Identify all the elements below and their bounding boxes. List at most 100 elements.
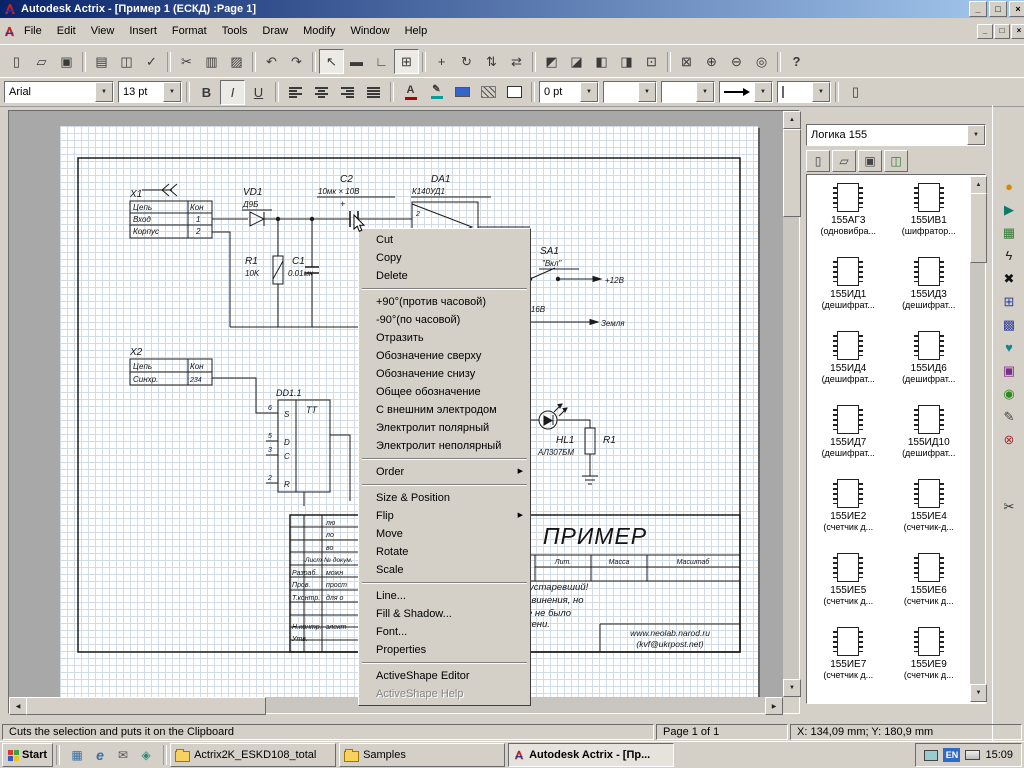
scroll-down-icon[interactable]: ▼	[783, 679, 801, 697]
library-scrollbar[interactable]: ▲ ▼	[970, 176, 985, 702]
circuit-board-icon[interactable]: ▦	[998, 223, 1020, 242]
close-button[interactable]: ×	[1009, 1, 1024, 17]
channels-icon[interactable]: ◈	[136, 745, 156, 765]
scroll-down-icon[interactable]: ▼	[970, 684, 987, 702]
select-arrow-icon[interactable]: ↖	[319, 49, 344, 74]
paste-icon[interactable]: ▨	[224, 49, 249, 74]
dash-style-combo[interactable]: ▼	[661, 81, 715, 103]
menu-insert[interactable]: Insert	[122, 21, 164, 41]
fill-swatch-combo[interactable]: ▼	[777, 81, 831, 103]
start-button[interactable]: Start	[2, 743, 53, 767]
list-item[interactable]: 155ИД3(дешифрат...	[889, 250, 970, 324]
menu-format[interactable]: Format	[165, 21, 214, 41]
italic-button[interactable]: I	[220, 80, 245, 105]
bold-button[interactable]: B	[194, 80, 219, 105]
chevron-down-icon[interactable]: ▼	[95, 82, 113, 102]
print-preview-icon[interactable]: ◫	[114, 49, 139, 74]
context-item-order[interactable]: Order ▶	[360, 463, 529, 481]
context-item-polar-electrolytic[interactable]: Электролит полярный	[360, 419, 529, 437]
chevron-down-icon[interactable]: ▼	[580, 82, 598, 102]
horizontal-scroll-thumb[interactable]	[26, 697, 266, 715]
align-right-button[interactable]	[335, 80, 360, 105]
list-item[interactable]: 155ИЕ7(счетчик д...	[808, 620, 889, 694]
font-size-combo[interactable]: 13 pt ▼	[118, 81, 182, 103]
menu-edit[interactable]: Edit	[50, 21, 83, 41]
font-combo[interactable]: Arial ▼	[4, 81, 114, 103]
chevron-down-icon[interactable]: ▼	[812, 82, 830, 102]
mdi-restore-button[interactable]: □	[994, 24, 1010, 39]
list-item[interactable]: 155ИЕ2(счетчик д...	[808, 472, 889, 546]
context-item-fill-shadow[interactable]: Fill & Shadow...	[360, 605, 529, 623]
arrow-style-combo[interactable]: ▼	[719, 81, 773, 103]
vertical-scroll-thumb[interactable]	[783, 129, 801, 217]
line-style-combo[interactable]: ▼	[603, 81, 657, 103]
chevron-down-icon[interactable]: ▼	[638, 82, 656, 102]
cut-icon[interactable]: ✂	[174, 49, 199, 74]
list-item[interactable]: 155ИЕ9(счетчик д...	[889, 620, 970, 694]
list-item[interactable]: 155ИД6(дешифрат...	[889, 324, 970, 398]
library-selector[interactable]: Логика 155 ▼	[806, 124, 986, 146]
pan-icon[interactable]: +	[429, 49, 454, 74]
align-left-button[interactable]	[283, 80, 308, 105]
flip-horizontal-icon[interactable]: ⇄	[504, 49, 529, 74]
scroll-up-icon[interactable]: ▲	[970, 176, 987, 194]
internet-explorer-icon[interactable]: e	[90, 745, 110, 765]
flip-vertical-icon[interactable]: ⇅	[479, 49, 504, 74]
help-pointer-icon[interactable]: ?	[784, 49, 809, 74]
group-icon[interactable]: ⊡	[639, 49, 664, 74]
context-item-rotate-ccw[interactable]: +90°(против часовой)	[360, 293, 529, 311]
connector-icon[interactable]: ∟	[369, 49, 394, 74]
send-to-back-icon[interactable]: ◪	[564, 49, 589, 74]
vertical-scrollbar[interactable]: ▲ ▼	[783, 111, 799, 697]
context-item-move[interactable]: Move	[360, 525, 529, 543]
display-tray-icon[interactable]	[924, 750, 938, 761]
list-item[interactable]: 155АГ3(одновибра...	[808, 176, 889, 250]
webcam-icon[interactable]: ◉	[998, 384, 1020, 403]
grid-dots-icon[interactable]: ▩	[998, 315, 1020, 334]
context-item-line[interactable]: Line...	[360, 587, 529, 605]
list-item[interactable]: 155ИЕ6(счетчик д...	[889, 546, 970, 620]
bring-forward-icon[interactable]: ◧	[589, 49, 614, 74]
chevron-down-icon[interactable]: ▼	[967, 125, 985, 145]
menu-view[interactable]: View	[84, 21, 122, 41]
font-color-button[interactable]: A	[398, 80, 423, 105]
taskbar-item-actrix2k-folder[interactable]: Actrix2K_ESKD108_total	[170, 743, 336, 767]
context-item-cut[interactable]: Cut	[360, 231, 529, 249]
context-item-properties[interactable]: Properties	[360, 641, 529, 659]
context-item-mirror[interactable]: Отразить	[360, 329, 529, 347]
rotate-icon[interactable]: ↻	[454, 49, 479, 74]
list-item[interactable]: 155ИВ1(шифратор...	[889, 176, 970, 250]
scroll-right-icon[interactable]: ▶	[765, 697, 783, 715]
picture-icon[interactable]: ▣	[998, 361, 1020, 380]
zoom-window-icon[interactable]: ⊠	[674, 49, 699, 74]
hatch-button[interactable]	[476, 80, 501, 105]
outlook-icon[interactable]: ✉	[113, 745, 133, 765]
list-item[interactable]: 155ИД4(дешифрат...	[808, 324, 889, 398]
context-item-generic-symbol[interactable]: Общее обозначение	[360, 383, 529, 401]
mdi-close-button[interactable]: ×	[1011, 24, 1024, 39]
mdi-minimize-button[interactable]: _	[977, 24, 993, 39]
redo-icon[interactable]: ↷	[284, 49, 309, 74]
new-document-icon[interactable]: ▯	[4, 49, 29, 74]
chevron-down-icon[interactable]: ▼	[163, 82, 181, 102]
fill-color-button[interactable]	[450, 80, 475, 105]
zoom-in-icon[interactable]: ⊕	[699, 49, 724, 74]
context-item-scale[interactable]: Scale	[360, 561, 529, 579]
list-item[interactable]: 155ИЕ4(счетчик-д...	[889, 472, 970, 546]
zoom-page-icon[interactable]: ◎	[749, 49, 774, 74]
highlight-button[interactable]: ✎	[424, 80, 449, 105]
list-item[interactable]: 155ИД10(дешифрат...	[889, 398, 970, 472]
context-item-label-above[interactable]: Обозначение сверху	[360, 347, 529, 365]
run-arrow-icon[interactable]: ▶	[998, 200, 1020, 219]
menu-modify[interactable]: Modify	[296, 21, 342, 41]
line-frame-button[interactable]	[502, 80, 527, 105]
copy-icon[interactable]: ▥	[199, 49, 224, 74]
delete-x-icon[interactable]: ✖	[998, 269, 1020, 288]
scroll-up-icon[interactable]: ▲	[783, 111, 801, 129]
context-item-flip[interactable]: Flip ▶	[360, 507, 529, 525]
stencil-set-icon[interactable]: ◫	[884, 150, 908, 172]
menu-window[interactable]: Window	[343, 21, 396, 41]
open-stencil-icon[interactable]: ▱	[832, 150, 856, 172]
context-item-font[interactable]: Font...	[360, 623, 529, 641]
menu-file[interactable]: File	[17, 21, 49, 41]
